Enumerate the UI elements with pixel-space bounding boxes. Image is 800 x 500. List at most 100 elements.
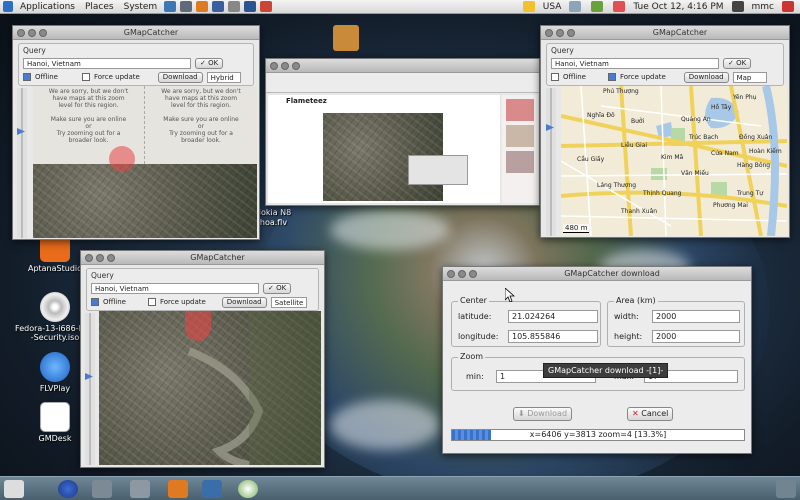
wifi-icon[interactable] [569, 1, 582, 12]
ok-button[interactable]: ✓ OK [263, 282, 292, 294]
clock[interactable]: Tue Oct 12, 4:16 PM [633, 2, 723, 12]
download-button[interactable]: ⬇ Download [513, 407, 573, 421]
browser-content[interactable]: Flameteez [268, 95, 500, 203]
battery-icon[interactable] [591, 1, 604, 12]
launcher-icon[interactable] [228, 1, 241, 12]
top-panel: Applications Places System USA Tue Oct 1… [0, 0, 800, 14]
python-icon[interactable] [202, 480, 222, 498]
launcher-icon[interactable] [180, 1, 193, 12]
download-button[interactable]: Download [683, 71, 729, 83]
firefox-icon[interactable] [168, 480, 188, 498]
map-place-label: Hàng Bông [737, 162, 771, 169]
force-update-label: Force update [619, 73, 666, 81]
package-icon[interactable] [333, 25, 359, 51]
download-dialog[interactable]: GMapCatcher download Center latitude: 21… [442, 266, 752, 454]
offline-checkbox[interactable] [23, 73, 31, 81]
zoom-slider[interactable] [546, 88, 556, 236]
browser-titlebar[interactable] [266, 59, 539, 73]
location-input[interactable]: Hanoi, Vietnam [551, 57, 719, 69]
offline-checkbox[interactable] [91, 298, 99, 306]
terminal-launcher-icon[interactable] [244, 1, 257, 12]
maximize-icon[interactable] [39, 28, 47, 37]
location-input[interactable]: Hanoi, Vietnam [23, 57, 191, 69]
menu-places[interactable]: Places [80, 2, 119, 12]
map-place-label: Văn Miếu [681, 170, 709, 177]
query-box: Query Hanoi, Vietnam ✓ OK Offline Force … [86, 268, 319, 311]
close-icon[interactable] [17, 28, 25, 37]
user-name[interactable]: mmc [752, 2, 774, 12]
gmapcatcher-window-map[interactable]: GMapCatcher Query Hanoi, Vietnam ✓ OK Of… [540, 25, 790, 238]
window-button-icon[interactable] [130, 480, 150, 498]
query-label: Query [91, 271, 114, 280]
maximize-icon[interactable] [107, 253, 115, 262]
width-input[interactable]: 2000 [652, 310, 740, 323]
power-icon[interactable] [782, 1, 794, 12]
menu-applications[interactable]: Applications [15, 2, 80, 12]
map-place-label: Quảng An [681, 116, 711, 123]
force-update-checkbox[interactable] [81, 73, 90, 81]
height-input[interactable]: 2000 [652, 330, 740, 343]
notes-icon[interactable] [522, 1, 535, 12]
keyboard-layout[interactable]: USA [543, 2, 562, 12]
show-desktop-icon[interactable] [4, 480, 24, 498]
maximize-icon[interactable] [469, 269, 477, 278]
close-icon[interactable] [545, 28, 553, 37]
force-update-checkbox[interactable] [607, 73, 616, 81]
map-place-label: Thịnh Quang [643, 190, 682, 197]
offline-checkbox[interactable] [551, 73, 559, 81]
desktop-icon-label: GMDesk [38, 434, 72, 443]
gmapcatcher-window-hybrid[interactable]: GMapCatcher Query Hanoi, Vietnam ✓ OK Of… [12, 25, 260, 240]
download-button[interactable]: Download [157, 71, 203, 83]
location-input[interactable]: Hanoi, Vietnam [91, 282, 259, 294]
browser-window[interactable]: Flameteez [265, 58, 540, 206]
minimize-icon[interactable] [556, 28, 564, 37]
ok-button[interactable]: ✓ OK [723, 57, 752, 69]
download-button[interactable]: Download [221, 296, 267, 308]
map-view[interactable] [99, 311, 321, 465]
window-titlebar[interactable]: GMapCatcher [13, 26, 259, 40]
desktop-icon-gmdesk[interactable]: GMDesk [26, 402, 84, 443]
map-type-select[interactable]: Hybrid [206, 71, 241, 83]
satellite-tiles [33, 164, 257, 238]
map-place-label: Láng Thượng [597, 182, 637, 189]
map-place-label: Hồ Tây [711, 104, 732, 111]
width-label: width: [614, 312, 639, 321]
minimize-icon[interactable] [96, 253, 104, 262]
map-place-label: Cầu Giấy [577, 156, 605, 163]
window-titlebar[interactable]: GMapCatcher download [443, 267, 751, 281]
longitude-input[interactable]: 105.855846 [508, 330, 598, 343]
zoom-slider[interactable] [85, 313, 95, 465]
distro-logo-icon[interactable] [3, 1, 13, 12]
trash-icon[interactable] [776, 480, 796, 498]
map-view[interactable]: Phú Thượng Hồ Tây Yên Phụ Nghĩa Đô Bưởi … [561, 86, 787, 236]
minimize-icon[interactable] [458, 269, 466, 278]
window-titlebar[interactable]: GMapCatcher [81, 251, 324, 265]
ok-button[interactable]: ✓ OK [195, 57, 224, 69]
gmapcatcher-window-satellite[interactable]: GMapCatcher Query Hanoi, Vietnam ✓ OK Of… [80, 250, 325, 468]
close-icon[interactable] [85, 253, 93, 262]
force-update-checkbox[interactable] [147, 298, 156, 306]
map-view[interactable]: We are sorry, but we don't have maps at t… [33, 86, 257, 238]
cancel-button[interactable]: ✕ Cancel [627, 407, 674, 421]
zoom-slider[interactable] [17, 88, 27, 238]
firefox-launcher-icon[interactable] [196, 1, 209, 12]
map-type-select[interactable]: Map [732, 71, 767, 83]
gmapcatcher-icon[interactable] [238, 480, 258, 498]
launcher-icon[interactable] [164, 1, 177, 12]
latitude-input[interactable]: 21.024264 [508, 310, 598, 323]
eclipse-icon[interactable] [58, 480, 78, 498]
minimize-icon[interactable] [28, 28, 36, 37]
desktop-icon-flvplay[interactable]: FLVPlay [26, 352, 84, 393]
volume-icon[interactable] [613, 1, 626, 12]
window-button-icon[interactable] [92, 480, 112, 498]
launcher-icon[interactable] [260, 1, 273, 12]
close-icon[interactable] [447, 269, 455, 278]
maximize-icon[interactable] [567, 28, 575, 37]
window-title: GMapCatcher download [564, 269, 660, 278]
menu-system[interactable]: System [119, 2, 163, 12]
window-titlebar[interactable]: GMapCatcher [541, 26, 789, 40]
launcher-icon[interactable] [212, 1, 225, 12]
map-place-label: Trúc Bạch [689, 134, 719, 141]
map-type-select[interactable]: Satellite [270, 296, 307, 308]
browser-toolbar[interactable] [266, 73, 539, 93]
